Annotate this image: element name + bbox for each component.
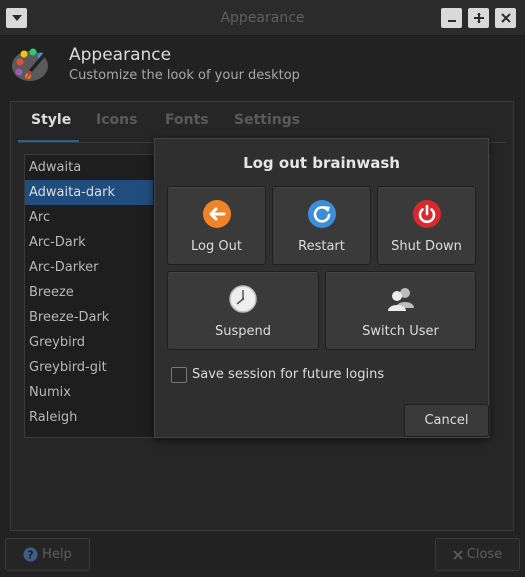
maximize-button[interactable]: [468, 8, 489, 28]
suspend-label: Suspend: [214, 324, 271, 339]
help-button[interactable]: ? Help: [5, 538, 90, 571]
list-item[interactable]: Breeze: [25, 280, 153, 305]
help-label: Help: [42, 547, 72, 562]
log-out-button[interactable]: Log Out: [167, 186, 266, 265]
logout-dialog: Log out brainwash Log Out Restart Shut D…: [154, 138, 489, 438]
log-out-label: Log Out: [191, 239, 242, 254]
restart-icon: [307, 200, 336, 228]
shut-down-button[interactable]: Shut Down: [377, 186, 476, 265]
help-icon: ?: [23, 547, 38, 562]
minimize-icon: [447, 20, 456, 22]
close-label: Close: [466, 547, 503, 562]
svg-text:?: ?: [27, 549, 33, 562]
switch-user-button[interactable]: Switch User: [325, 271, 476, 350]
dialog-title: Log out brainwash: [243, 154, 400, 172]
close-button[interactable]: Close: [435, 538, 520, 571]
close-icon: [500, 13, 511, 23]
cancel-button[interactable]: Cancel: [404, 404, 489, 437]
app-subtitle: Customize the look of your desktop: [69, 68, 300, 83]
maximize-icon: [473, 13, 484, 23]
list-item[interactable]: Arc: [25, 205, 153, 230]
tab-icons[interactable]: Icons: [96, 112, 137, 128]
log-out-icon: [202, 200, 231, 228]
suspend-clock-icon: [229, 285, 257, 313]
tab-fonts[interactable]: Fonts: [165, 112, 209, 128]
list-item[interactable]: Raleigh: [25, 405, 153, 430]
restart-label: Restart: [298, 239, 345, 254]
list-item[interactable]: Adwaita: [25, 155, 153, 180]
shutdown-icon: [412, 200, 441, 228]
list-item[interactable]: Arc-Darker: [25, 255, 153, 280]
tab-settings[interactable]: Settings: [234, 112, 300, 128]
app-title: Appearance: [69, 45, 172, 65]
list-item[interactable]: Greybird: [25, 330, 153, 355]
list-item[interactable]: Breeze-Dark: [25, 305, 153, 330]
list-item[interactable]: Arc-Dark: [25, 230, 153, 255]
shut-down-label: Shut Down: [391, 239, 462, 254]
restart-button[interactable]: Restart: [272, 186, 371, 265]
close-icon: [453, 549, 463, 560]
switch-user-icon: [387, 288, 414, 311]
list-item[interactable]: Numix: [25, 380, 153, 405]
switch-user-label: Switch User: [362, 324, 439, 339]
tab-style[interactable]: Style: [31, 112, 71, 128]
palette-brush-icon: [12, 44, 54, 81]
minimize-button[interactable]: [441, 8, 462, 28]
list-item-selected[interactable]: Adwaita-dark: [25, 180, 153, 205]
save-session-checkbox[interactable]: [171, 367, 187, 383]
list-item[interactable]: Greybird-git: [25, 355, 153, 380]
save-session-label[interactable]: Save session for future logins: [192, 367, 384, 382]
close-window-button[interactable]: [495, 8, 516, 28]
window-titlebar[interactable]: Appearance: [0, 0, 525, 36]
suspend-button[interactable]: Suspend: [167, 271, 319, 350]
